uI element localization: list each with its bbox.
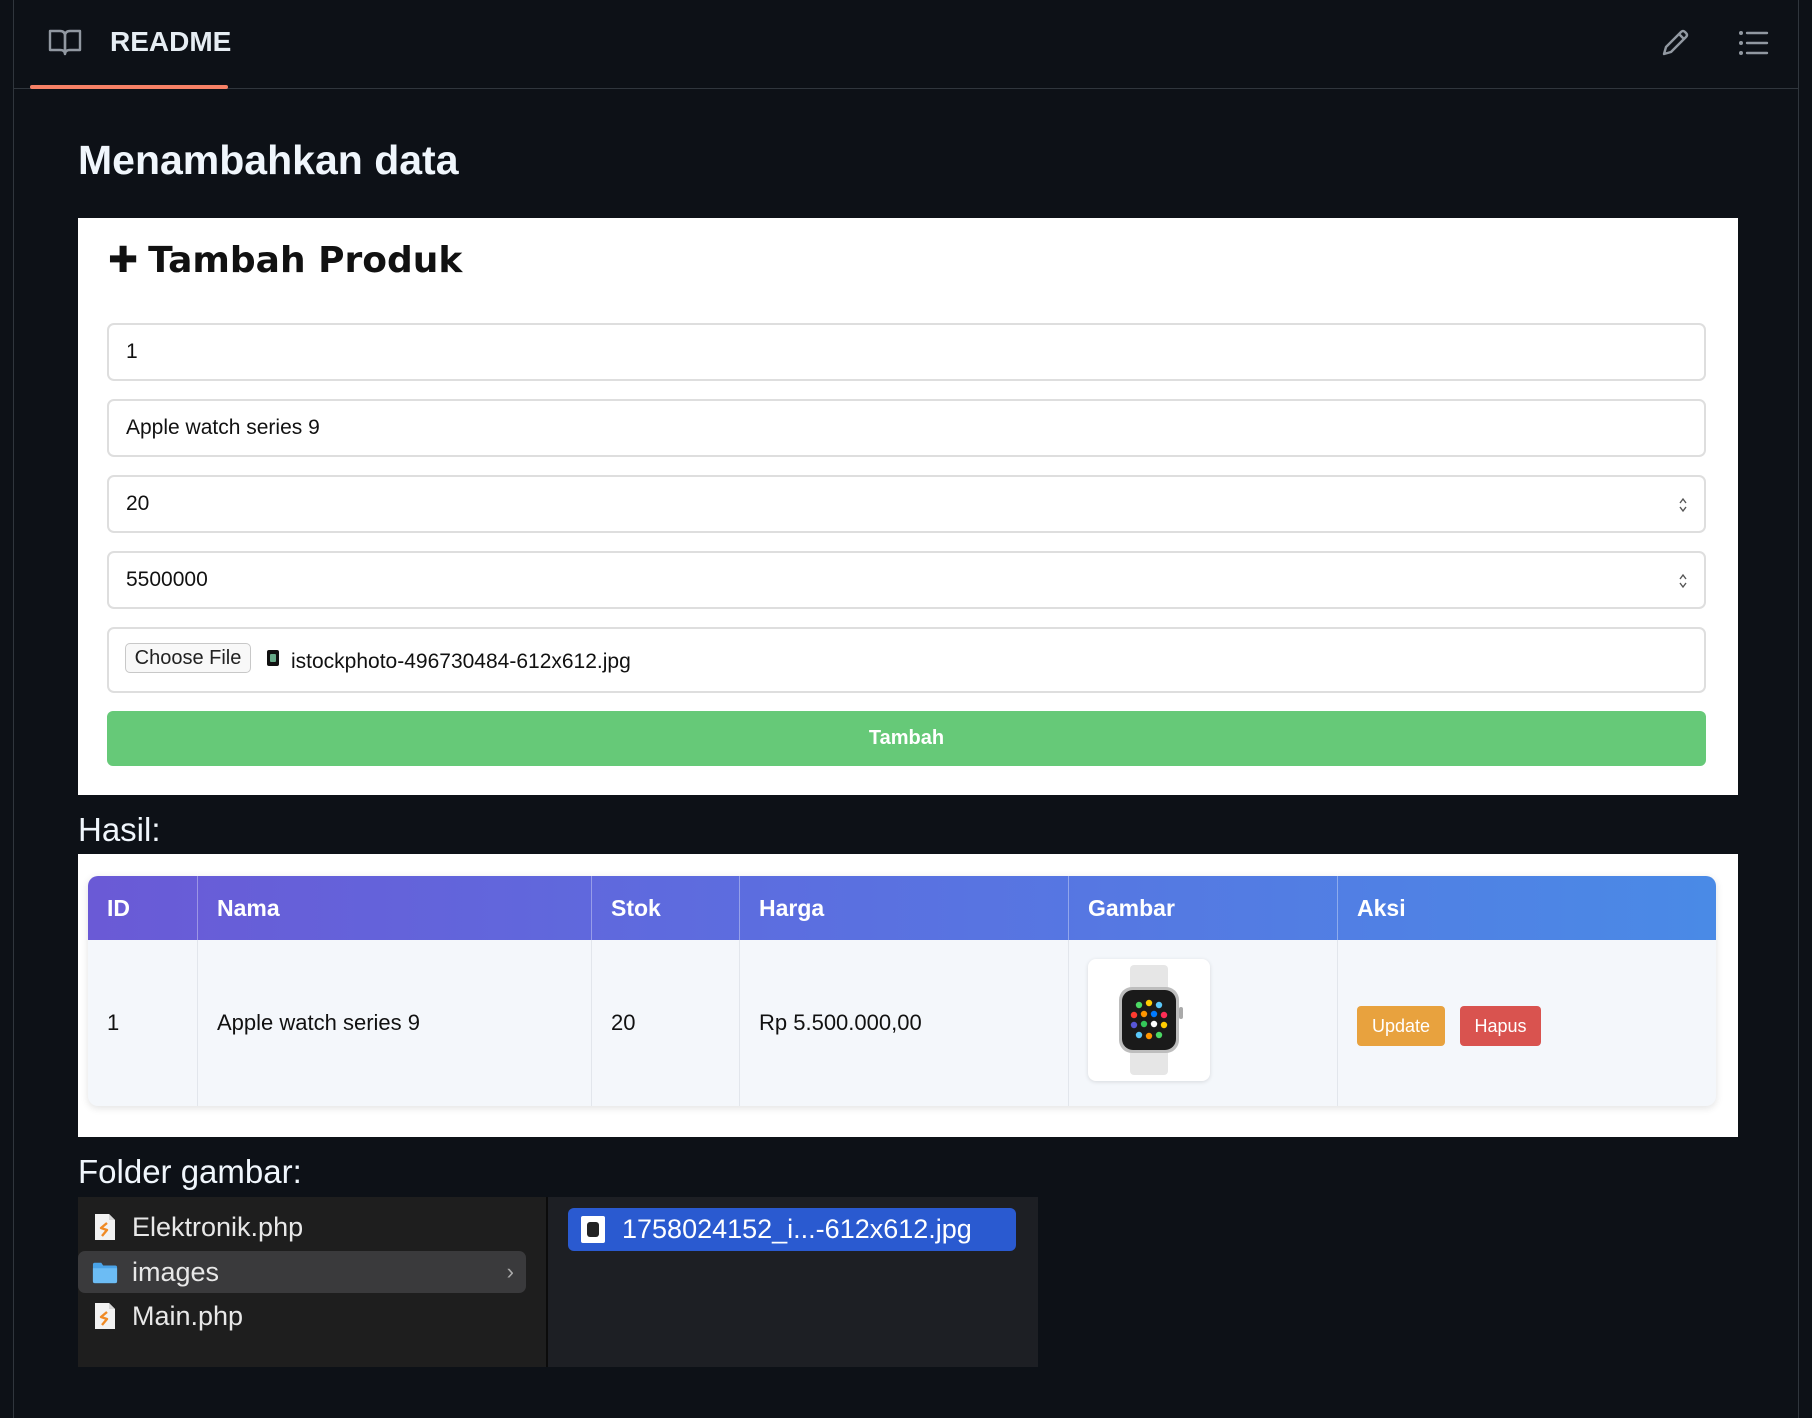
harga-value: 5500000 <box>126 568 208 591</box>
file-thumbnail-icon <box>267 650 279 666</box>
header-id: ID <box>88 876 198 940</box>
table-header: ID Nama Stok Harga Gambar Aksi <box>88 876 1716 940</box>
finder-column-images: 1758024152_i...-612x612.jpg <box>546 1197 1038 1367</box>
update-button[interactable]: Update <box>1357 1006 1445 1046</box>
finder-file-name: 1758024152_i...-612x612.jpg <box>622 1214 972 1244</box>
readme-tab[interactable]: README <box>30 0 232 89</box>
plus-icon: ✚ <box>108 240 139 281</box>
readme-header: README <box>14 0 1798 89</box>
hasil-label: Hasil: <box>78 811 161 848</box>
form-title: ✚ Tambah Produk <box>108 240 462 281</box>
cell-harga: Rp 5.500.000,00 <box>740 940 1069 1106</box>
folder-label: Folder gambar: <box>78 1153 302 1190</box>
nama-field[interactable]: Apple watch series 9 <box>107 399 1706 457</box>
folder-icon <box>92 1262 118 1284</box>
finder-file-selected[interactable]: 1758024152_i...-612x612.jpg <box>568 1208 1016 1251</box>
cell-id: 1 <box>88 940 198 1106</box>
list-icon[interactable] <box>1736 26 1770 60</box>
php-file-icon <box>95 1303 115 1329</box>
book-icon <box>48 29 82 56</box>
stok-value: 20 <box>126 492 150 515</box>
finder-item-name: images <box>132 1257 220 1287</box>
finder-item[interactable]: Main.php <box>78 1295 526 1337</box>
header-gambar: Gambar <box>1069 876 1338 940</box>
header-harga: Harga <box>740 876 1069 940</box>
choose-file-button[interactable]: Choose File <box>125 643 251 673</box>
spinner-arrows-icon[interactable] <box>1678 496 1688 514</box>
cell-stok: 20 <box>592 940 740 1106</box>
finder-item-name: Main.php <box>132 1301 244 1331</box>
harga-field[interactable]: 5500000 <box>107 551 1706 609</box>
header-nama: Nama <box>198 876 592 940</box>
product-image <box>1088 959 1210 1081</box>
selected-file-name: istockphoto-496730484-612x612.jpg <box>291 650 631 673</box>
header-aksi: Aksi <box>1357 895 1406 921</box>
readme-tab-label: README <box>110 26 232 57</box>
spinner-arrows-icon[interactable] <box>1678 572 1688 590</box>
php-file-icon <box>95 1214 115 1240</box>
cell-aksi: Update Hapus <box>1338 940 1716 1106</box>
file-field: Choose File istockphoto-496730484-612x61… <box>107 627 1706 693</box>
pencil-icon[interactable] <box>1658 26 1692 60</box>
finder-window-screenshot: Elektronik.php images › Main.php 1758024… <box>78 1197 1038 1367</box>
finder-item-name: Elektronik.php <box>132 1212 304 1242</box>
id-field[interactable]: 1 <box>107 323 1706 381</box>
form-title-text: Tambah Produk <box>148 240 463 281</box>
product-table: ID Nama Stok Harga Gambar Aksi 1 Apple w… <box>88 876 1716 1106</box>
hapus-button[interactable]: Hapus <box>1460 1006 1541 1046</box>
image-file-icon <box>581 1216 605 1243</box>
result-table-screenshot: ID Nama Stok Harga Gambar Aksi 1 Apple w… <box>78 854 1738 1137</box>
cell-nama: Apple watch series 9 <box>198 940 592 1106</box>
tambah-button[interactable]: Tambah <box>107 711 1706 766</box>
product-form-screenshot: ✚ Tambah Produk 1 Apple watch series 9 20… <box>78 218 1738 795</box>
finder-item[interactable]: Elektronik.php <box>78 1206 526 1248</box>
chevron-right-icon: › <box>506 1259 514 1284</box>
active-tab-indicator <box>30 85 228 89</box>
page-title: Menambahkan data <box>78 137 459 183</box>
cell-gambar <box>1069 940 1338 1106</box>
stok-field[interactable]: 20 <box>107 475 1706 533</box>
smartwatch-image <box>1119 965 1183 1075</box>
header-stok: Stok <box>592 876 740 940</box>
finder-item-selected[interactable]: images › <box>78 1251 526 1293</box>
